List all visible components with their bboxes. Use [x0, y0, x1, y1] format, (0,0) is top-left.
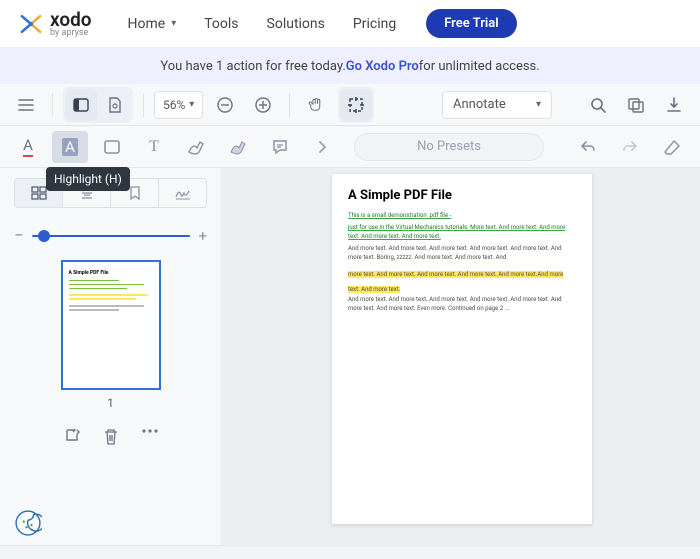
redo-button[interactable]: [612, 131, 648, 163]
eraser-tool[interactable]: [654, 131, 690, 163]
free-trial-button[interactable]: Free Trial: [426, 9, 516, 38]
slider-minus[interactable]: −: [14, 226, 24, 246]
document-page: A Simple PDF File This is a small demons…: [332, 174, 592, 524]
highlight-a-icon: A: [62, 138, 78, 156]
doc-line: more text. And more text. And more text.…: [348, 271, 537, 278]
minus-circle-icon: [216, 96, 234, 114]
rotate-page-button[interactable]: [63, 428, 81, 446]
zoom-dropdown[interactable]: 56% ▾: [154, 91, 203, 119]
rectangle-icon: [103, 139, 121, 155]
thumbnail-size-slider-row: − +: [14, 226, 207, 246]
panels-icon: [627, 96, 645, 114]
select-button[interactable]: [340, 89, 372, 121]
comment-icon: [271, 138, 289, 156]
underline-tool[interactable]: A: [10, 131, 46, 163]
trash-icon: [103, 428, 119, 446]
doc-line: And more text. And more text. And more t…: [348, 295, 576, 313]
banner-post: for unlimited access.: [419, 59, 540, 74]
view-controls-button[interactable]: [99, 89, 131, 121]
nav-items: Home▾ Tools Solutions Pricing: [128, 16, 397, 32]
freehand-tool[interactable]: [178, 131, 214, 163]
highlight-tool[interactable]: A Highlight (H): [52, 131, 88, 163]
undo-icon: [579, 139, 597, 155]
chevron-down-icon: ▾: [171, 18, 176, 29]
nav-home[interactable]: Home▾: [128, 16, 177, 32]
panel-left-icon: [72, 96, 90, 114]
banner-link[interactable]: Go Xodo Pro: [346, 59, 419, 74]
panel-toggle-button[interactable]: [65, 89, 97, 121]
menu-button[interactable]: [10, 89, 42, 121]
notes-panel-button[interactable]: [620, 89, 652, 121]
freehand-highlight-tool[interactable]: [220, 131, 256, 163]
sidebar-tab-signatures[interactable]: [159, 179, 206, 207]
note-tool[interactable]: [262, 131, 298, 163]
xodo-logo-icon: [18, 11, 44, 37]
zoom-in-button[interactable]: [247, 89, 279, 121]
more-page-actions-button[interactable]: [141, 428, 159, 446]
doc-line: just for use in the Virtual Mechanics tu…: [348, 223, 576, 241]
eraser-icon: [663, 139, 681, 155]
thumbnail-actions: [14, 428, 207, 446]
signature-icon: [174, 186, 192, 200]
delete-page-button[interactable]: [103, 428, 119, 446]
pen-icon: [186, 138, 206, 156]
nav-tools[interactable]: Tools: [204, 16, 238, 32]
brand-name: xodo: [50, 10, 92, 29]
banner-pre: You have 1 action for free today.: [160, 59, 345, 74]
chevron-down-icon: ▾: [189, 99, 194, 110]
zoom-out-button[interactable]: [209, 89, 241, 121]
annotate-toolbar: A A Highlight (H) T No Presets: [0, 126, 700, 168]
search-button[interactable]: [582, 89, 614, 121]
thumbnail-container: A Simple PDF File 1: [14, 260, 207, 410]
logo[interactable]: xodo by apryse: [18, 10, 92, 38]
pan-button[interactable]: [300, 89, 332, 121]
panel-toggle-group: [63, 87, 133, 123]
download-icon: [665, 96, 683, 114]
main-area: − + A Simple PDF File 1: [0, 168, 700, 545]
brand-tagline: by apryse: [50, 29, 92, 38]
promo-banner: You have 1 action for free today. Go Xod…: [0, 48, 700, 84]
rectangle-tool[interactable]: [94, 131, 130, 163]
main-toolbar: 56% ▾ Annotate ▾: [0, 84, 700, 126]
cookie-settings-button[interactable]: [14, 509, 42, 537]
chevron-down-icon: ▾: [536, 99, 541, 110]
thumbnails-icon: [31, 186, 47, 200]
rotate-icon: [63, 428, 81, 446]
chevron-right-icon: [316, 140, 328, 154]
doc-title: A Simple PDF File: [348, 188, 576, 203]
thumbnail-page-number: 1: [107, 396, 114, 410]
marker-icon: [228, 138, 248, 156]
more-tools-button[interactable]: [304, 131, 340, 163]
undo-button[interactable]: [570, 131, 606, 163]
sidebar: − + A Simple PDF File 1: [0, 168, 222, 545]
top-nav: xodo by apryse Home▾ Tools Solutions Pri…: [0, 0, 700, 48]
freetext-tool[interactable]: T: [136, 131, 172, 163]
download-button[interactable]: [658, 89, 690, 121]
doc-line: And more text. And more text. And more t…: [348, 244, 576, 262]
underline-a-icon: A: [23, 136, 33, 157]
marquee-icon: [347, 96, 365, 114]
nav-solutions[interactable]: Solutions: [267, 16, 325, 32]
status-bar: [0, 545, 700, 559]
document-viewport[interactable]: A Simple PDF File This is a small demons…: [222, 168, 700, 545]
presets-dropdown[interactable]: No Presets: [354, 133, 544, 161]
search-icon: [589, 96, 607, 114]
plus-circle-icon: [254, 96, 272, 114]
hamburger-icon: [17, 96, 35, 114]
ribbon-dropdown[interactable]: Annotate ▾: [442, 91, 552, 119]
redo-icon: [621, 139, 639, 155]
doc-line: This is a small demonstration .pdf file …: [348, 211, 576, 220]
ellipsis-icon: [141, 428, 159, 434]
text-t-icon: T: [149, 138, 159, 156]
tooltip: Highlight (H): [46, 167, 130, 191]
page-icon: [107, 96, 123, 114]
hand-icon: [307, 96, 325, 114]
thumbnail-size-slider[interactable]: [32, 235, 191, 237]
page-thumbnail[interactable]: A Simple PDF File: [61, 260, 161, 390]
nav-pricing[interactable]: Pricing: [353, 16, 396, 32]
bookmark-icon: [129, 186, 141, 200]
slider-plus[interactable]: +: [198, 227, 207, 245]
